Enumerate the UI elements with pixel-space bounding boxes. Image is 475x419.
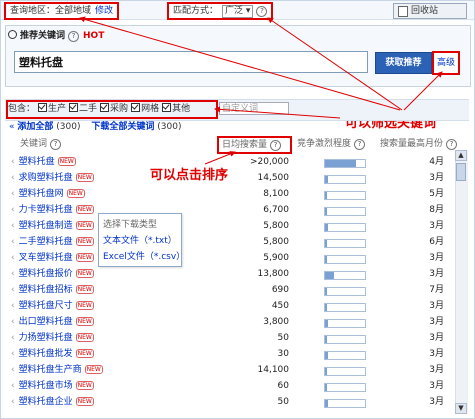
annotation-arrows — [79, 16, 443, 165]
arrow-to-sort — [204, 151, 236, 165]
arrow-to-match — [267, 17, 403, 111]
arrow-to-region — [79, 16, 401, 111]
arrow-to-advanced — [403, 71, 443, 111]
arrow-to-filter — [214, 106, 341, 119]
